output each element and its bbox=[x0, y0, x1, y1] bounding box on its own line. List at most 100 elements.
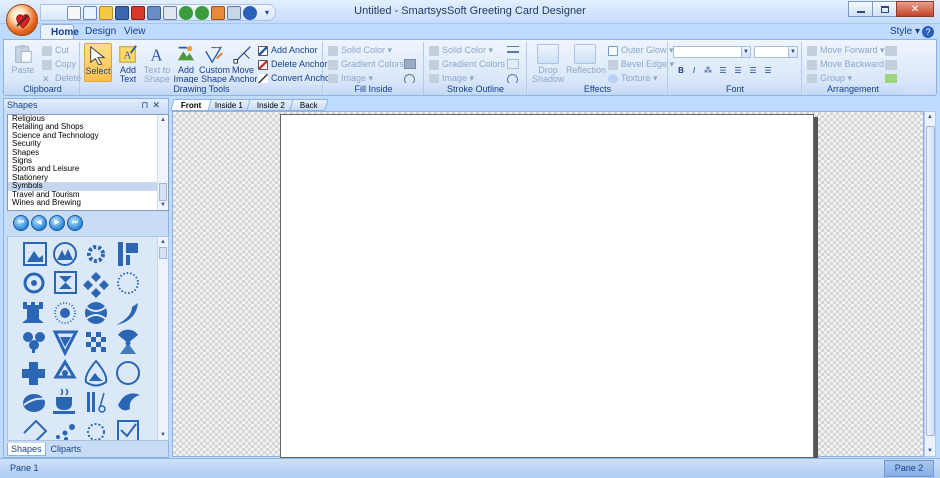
align-justify-icon[interactable]: ☰ bbox=[762, 65, 774, 76]
add-image-button[interactable]: Add Image bbox=[172, 43, 200, 84]
tab-home[interactable]: Home bbox=[40, 24, 79, 40]
starburst-shape[interactable] bbox=[54, 302, 76, 324]
list-item[interactable]: Shapes bbox=[8, 148, 168, 157]
text-to-shape-button[interactable]: A Text to Shape bbox=[143, 43, 171, 84]
scroll-down-icon[interactable]: ▼ bbox=[160, 432, 166, 438]
medical-cross-shape[interactable] bbox=[22, 362, 45, 385]
spiral-triangle-shape[interactable] bbox=[52, 330, 79, 357]
scissors-comb-shape[interactable] bbox=[87, 392, 106, 413]
pin-icon[interactable]: ⊓ bbox=[141, 100, 152, 110]
delete-anchor-button[interactable]: Delete Anchor bbox=[258, 58, 328, 71]
previous-page-icon[interactable]: ◀ bbox=[31, 215, 47, 231]
checker-shape[interactable] bbox=[86, 332, 106, 352]
mountain-badge-shape[interactable] bbox=[53, 242, 77, 266]
close-icon[interactable]: ✕ bbox=[152, 100, 164, 110]
tab-view[interactable]: View bbox=[114, 24, 156, 40]
category-scrollbar[interactable]: ▲ ▼ bbox=[157, 115, 168, 210]
scroll-up-icon[interactable]: ▲ bbox=[927, 114, 933, 120]
tab-shapes[interactable]: Shapes bbox=[7, 443, 46, 456]
biohazard-shape[interactable] bbox=[23, 272, 45, 294]
superscript-icon[interactable]: ⁂ bbox=[702, 65, 714, 76]
cut-button[interactable]: Cut bbox=[42, 44, 69, 57]
align-right-icon[interactable]: ☰ bbox=[747, 65, 759, 76]
scroll-up-icon[interactable]: ▲ bbox=[160, 117, 166, 123]
design-canvas[interactable] bbox=[172, 111, 924, 458]
reflection-icon bbox=[574, 44, 596, 64]
checkbox-shape[interactable] bbox=[117, 420, 139, 441]
pinwheel-shape[interactable] bbox=[23, 332, 45, 353]
italic-button[interactable]: I bbox=[688, 65, 700, 76]
gallery-scrollbar[interactable]: ▲ ▼ bbox=[157, 237, 168, 440]
chili-pepper-shape[interactable] bbox=[116, 303, 138, 325]
outer-glow-button[interactable]: Outer Glow ▾ bbox=[608, 44, 674, 57]
landscape-frame-shape[interactable] bbox=[23, 242, 47, 266]
reflection-button[interactable]: Reflection bbox=[566, 43, 606, 75]
crescent-shape[interactable] bbox=[116, 361, 140, 385]
radiation-shape[interactable] bbox=[118, 329, 138, 354]
copy-button[interactable]: Copy bbox=[42, 58, 76, 71]
scroll-down-icon[interactable]: ▼ bbox=[160, 202, 166, 208]
select-button[interactable]: Select bbox=[84, 43, 112, 82]
next-page-icon[interactable]: ▶ bbox=[49, 215, 65, 231]
move-anchor-button[interactable]: Move Anchor bbox=[229, 43, 258, 84]
application-menu-button[interactable] bbox=[6, 4, 38, 36]
pencil-ruler-shape[interactable] bbox=[118, 242, 138, 266]
rook-tower-shape[interactable] bbox=[22, 302, 44, 323]
font-group: ▼ ▼ B I ⁂ ☰ ☰ ☰ ☰ Font bbox=[669, 42, 802, 95]
tag-diamond-shape[interactable] bbox=[23, 419, 48, 441]
scattered-dots-shape[interactable] bbox=[56, 424, 75, 441]
close-button[interactable]: ✕ bbox=[896, 1, 934, 17]
stroke-solid-color-button[interactable]: Solid Color ▾ bbox=[429, 44, 493, 57]
card-page[interactable] bbox=[280, 114, 814, 458]
add-anchor-button[interactable]: Add Anchor bbox=[258, 44, 318, 57]
add-text-button[interactable]: A Add Text bbox=[114, 43, 142, 84]
scrollbar-thumb[interactable] bbox=[926, 126, 935, 436]
minimize-button[interactable] bbox=[848, 1, 873, 17]
canvas-vertical-scrollbar[interactable]: ▲ ▼ bbox=[924, 111, 936, 457]
scrollbar-thumb[interactable] bbox=[159, 183, 167, 201]
flip-icon[interactable] bbox=[885, 60, 897, 70]
recycle-triad-shape[interactable] bbox=[53, 359, 77, 379]
tab-cliparts[interactable]: Cliparts bbox=[48, 443, 85, 456]
line-style-icon[interactable] bbox=[507, 46, 519, 53]
fill-swatch-icon[interactable] bbox=[404, 59, 416, 69]
tab-back[interactable]: Back bbox=[288, 99, 328, 111]
swirl-leaf-shape[interactable] bbox=[118, 393, 140, 411]
ball-swirl-shape[interactable] bbox=[85, 302, 107, 324]
mountain-drop-shape[interactable] bbox=[84, 359, 108, 387]
paste-button[interactable]: Paste bbox=[9, 43, 37, 75]
fill-solid-color-button[interactable]: Solid Color ▾ bbox=[328, 44, 392, 57]
first-page-icon[interactable]: ⏮ bbox=[13, 215, 29, 231]
dotted-circle-shape[interactable] bbox=[117, 272, 139, 294]
move-backward-button[interactable]: Move Backward ▾ bbox=[807, 58, 891, 71]
restore-button[interactable] bbox=[872, 1, 897, 17]
tab-front[interactable]: Front bbox=[170, 99, 213, 111]
scroll-up-icon[interactable]: ▲ bbox=[160, 239, 166, 245]
help-icon[interactable]: ? bbox=[922, 26, 934, 38]
custom-shape-button[interactable]: Custom Shape bbox=[199, 43, 230, 84]
font-family-combo[interactable]: ▼ bbox=[673, 46, 751, 58]
font-size-combo[interactable]: ▼ bbox=[754, 46, 798, 58]
swoosh-oval-shape[interactable] bbox=[23, 394, 47, 412]
align-objects-icon[interactable] bbox=[885, 46, 897, 56]
last-page-icon[interactable]: ⏭ bbox=[67, 215, 83, 231]
align-center-icon[interactable]: ☰ bbox=[732, 65, 744, 76]
category-list[interactable]: Religious Retailing and Shops Science an… bbox=[7, 114, 169, 211]
bevel-edge-button[interactable]: Bevel Edge ▾ bbox=[608, 58, 674, 71]
bold-button[interactable]: B bbox=[675, 65, 687, 76]
align-left-icon[interactable]: ☰ bbox=[717, 65, 729, 76]
fill-gradient-colors-button[interactable]: Gradient Colors ▾ bbox=[328, 58, 411, 71]
stroke-gradient-colors-button[interactable]: Gradient Colors ▾ bbox=[429, 58, 512, 71]
drop-shadow-button[interactable]: Drop Shadow bbox=[532, 43, 565, 84]
gear-shape[interactable] bbox=[87, 245, 105, 263]
move-forward-button[interactable]: Move Forward ▾ bbox=[807, 44, 885, 57]
diamonds-pattern-shape[interactable] bbox=[83, 272, 109, 298]
scroll-down-icon[interactable]: ▼ bbox=[927, 448, 933, 454]
list-item[interactable]: Wines and Brewing bbox=[8, 198, 168, 207]
sun-rays-shape[interactable] bbox=[87, 423, 105, 440]
coffee-cup-shape[interactable] bbox=[53, 388, 75, 414]
scrollbar-thumb[interactable] bbox=[159, 247, 167, 259]
stroke-swatch-icon[interactable] bbox=[507, 59, 519, 69]
style-menu[interactable]: Style ▾ bbox=[890, 26, 920, 37]
hourglass-frame-shape[interactable] bbox=[54, 271, 77, 294]
